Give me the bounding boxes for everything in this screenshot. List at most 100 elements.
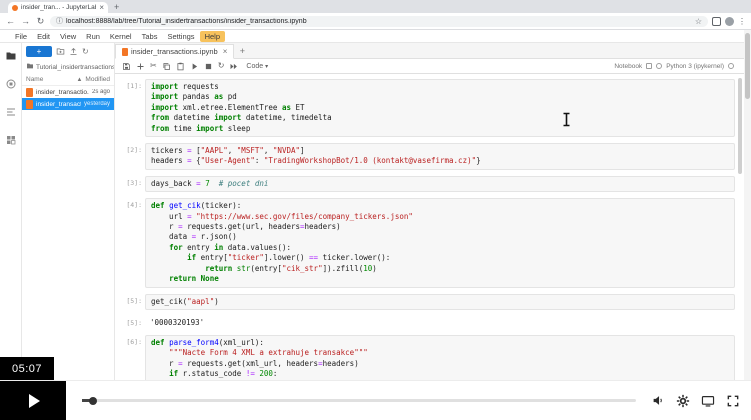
notebook-cell[interactable]: [1]:import requestsimport pandas as pdim… [117,79,735,137]
fullscreen-icon[interactable] [726,394,740,408]
panel-layout-icon[interactable] [646,63,652,69]
new-notebook-tab-button[interactable]: + [234,46,250,56]
notebook-mode-label: Notebook [614,63,642,70]
cell-output: [5]:'0000320193' [117,316,735,329]
cell-prompt: [5]: [117,294,145,310]
cell-input[interactable]: tickers = ["AAPL", "MSFT", "NVDA"]header… [145,143,735,170]
interrupt-kernel-icon[interactable] [204,62,213,71]
menu-item-edit[interactable]: Edit [32,31,55,42]
output-prompt: [5]: [117,316,145,329]
jupyterlab-menubar: FileEditViewRunKernelTabsSettingsHelp [0,30,751,43]
cell-prompt: [2]: [117,143,145,170]
browser-toolbar: ← → ↻ ⓘ localhost:8888/lab/tree/Tutorial… [0,13,751,30]
notebook-file-icon [26,100,33,109]
column-name[interactable]: Name [26,76,76,83]
play-button[interactable] [0,381,66,420]
display-icon[interactable] [701,394,715,408]
upload-icon[interactable] [69,47,78,56]
breadcrumb[interactable]: Tutorial_insidertransactions / [22,60,114,74]
cell-type-dropdown[interactable]: Code ▾ [246,63,268,70]
site-info-icon[interactable]: ⓘ [56,16,63,26]
kernel-name[interactable]: Python 3 (ipykernel) [666,63,724,70]
cell-input[interactable]: def get_cik(ticker): url = "https://www.… [145,198,735,287]
file-name: insider_transactio... [36,89,89,96]
video-progress-bar[interactable] [82,399,636,402]
menu-item-view[interactable]: View [55,31,81,42]
new-launcher-button[interactable]: + [26,46,52,57]
file-list: insider_transactio...2s agoinsider_trans… [22,86,114,110]
menu-item-help[interactable]: Help [200,31,225,42]
notebook-cell[interactable]: [5]:get_cik("aapl") [117,294,735,310]
output-text: '0000320193' [145,316,735,329]
file-row[interactable]: insider_transactio...yesterday [22,98,114,110]
file-row[interactable]: insider_transactio...2s ago [22,86,114,98]
jupyter-favicon [12,5,18,11]
refresh-icon[interactable]: ↻ [35,16,46,27]
menu-item-kernel[interactable]: Kernel [105,31,137,42]
sort-caret-icon: ▲ [76,77,82,83]
profile-avatar[interactable] [725,17,734,26]
cell-input[interactable]: days_back = 7 # pocet dni [145,176,735,192]
menu-item-run[interactable]: Run [81,31,105,42]
running-kernels-icon[interactable] [5,77,17,95]
extensions-icon[interactable] [712,17,721,26]
folder-icon [26,62,34,72]
new-tab-button[interactable]: + [114,2,119,12]
bookmark-star-icon[interactable]: ☆ [695,17,702,26]
kernel-busy-icon [728,63,734,69]
page-scrollbar[interactable] [744,30,751,380]
extension-manager-icon[interactable] [5,133,17,151]
tab-close-icon[interactable]: × [223,47,228,56]
notebook-cell[interactable]: [3]:days_back = 7 # pocet dni [117,176,735,192]
chevron-down-icon: ▾ [265,63,268,70]
notebook-scrollbar[interactable] [738,78,742,174]
file-list-header: Name ▲ Modified [22,74,114,86]
volume-icon[interactable] [652,394,665,407]
settings-gear-icon[interactable] [676,394,690,408]
insert-cell-icon[interactable] [136,62,145,71]
browser-tab[interactable]: insider_tran... - JupyterLab × [8,2,108,13]
forward-icon[interactable]: → [20,16,31,26]
cell-input[interactable]: get_cik("aapl") [145,294,735,310]
cell-prompt: [1]: [117,79,145,137]
notebook-cell[interactable]: [4]:def get_cik(ticker): url = "https://… [117,198,735,287]
progress-handle[interactable] [89,397,97,405]
cell-prompt: [3]: [117,176,145,192]
kernel-status-icon[interactable] [656,63,662,69]
file-browser-actions: + ↻ [22,43,114,60]
menu-item-settings[interactable]: Settings [162,31,199,42]
run-cell-icon[interactable] [190,62,199,71]
notebook-toolbar: ✂ ↻ Code ▾ Notebook Python 3 (ipykernel) [115,59,751,74]
notebook-tab[interactable]: insider_transactions.ipynb × [115,44,234,59]
run-all-icon[interactable] [229,62,238,71]
menu-item-tabs[interactable]: Tabs [137,31,163,42]
notebook-cells: [1]:import requestsimport pandas as pdim… [115,74,751,420]
cut-cell-icon[interactable]: ✂ [150,62,157,70]
column-modified[interactable]: Modified [85,76,110,83]
play-triangle-icon [29,394,40,408]
tab-close-icon[interactable]: × [99,4,104,12]
toc-icon[interactable] [5,105,17,123]
files-icon[interactable] [5,49,17,67]
video-controls [0,380,751,420]
restart-kernel-icon[interactable]: ↻ [218,62,225,70]
url-text: localhost:8888/lab/tree/Tutorial_insider… [66,18,692,25]
notebook-file-icon [122,48,128,56]
url-bar[interactable]: ⓘ localhost:8888/lab/tree/Tutorial_insid… [50,16,708,27]
paste-cell-icon[interactable] [176,62,185,71]
copy-cell-icon[interactable] [162,62,171,71]
breadcrumb-text: Tutorial_insidertransactions / [36,64,114,71]
cell-input[interactable]: import requestsimport pandas as pdimport… [145,79,735,137]
browser-menu-icon[interactable]: ⋮ [738,17,746,26]
video-timestamp: 05:07 [0,357,54,380]
save-icon[interactable] [122,62,131,71]
notebook-tab-bar: insider_transactions.ipynb × + [115,43,751,59]
new-folder-icon[interactable] [56,47,65,56]
scrollbar-thumb[interactable] [745,33,750,99]
cell-prompt: [4]: [117,198,145,287]
menu-item-file[interactable]: File [10,31,32,42]
refresh-files-icon[interactable]: ↻ [82,47,89,56]
text-cursor-icon [562,112,571,132]
notebook-cell[interactable]: [2]:tickers = ["AAPL", "MSFT", "NVDA"]he… [117,143,735,170]
back-icon[interactable]: ← [5,16,16,26]
